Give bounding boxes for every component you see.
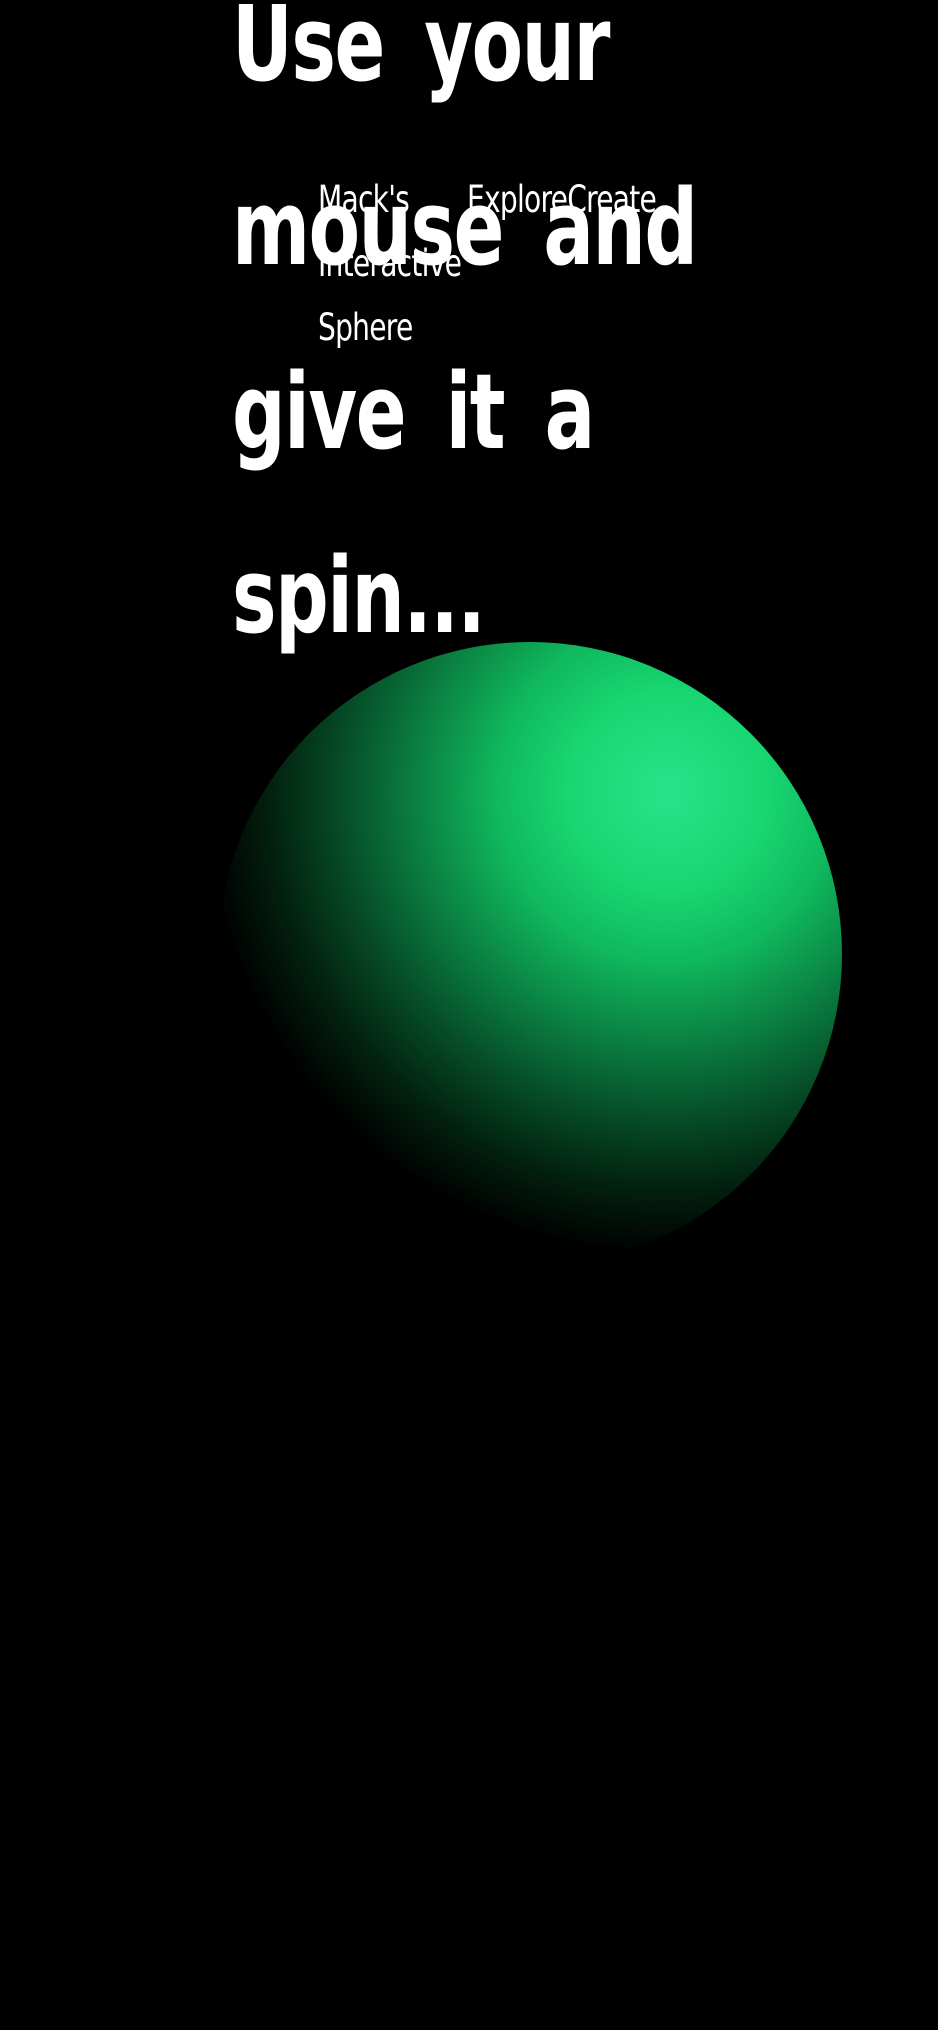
brand-name-line-3: Sphere (318, 306, 413, 349)
explore-link[interactable]: Explore (467, 168, 568, 232)
interactive-sphere[interactable] (218, 642, 842, 1266)
top-navigation: Mack's Interactive Sphere Explore Create (318, 168, 698, 358)
site-brand[interactable]: Mack's Interactive Sphere (318, 168, 462, 360)
headline-line-4: spin... (232, 535, 486, 657)
navigation-links: Explore Create (467, 168, 657, 232)
page: Use your mouse and give it a spin... Mac… (0, 0, 938, 2030)
brand-name-line-2: Interactive (318, 242, 462, 285)
create-link[interactable]: Create (567, 168, 657, 232)
brand-name-line-1: Mack's (318, 178, 410, 221)
headline-line-1: Use your (232, 0, 610, 105)
